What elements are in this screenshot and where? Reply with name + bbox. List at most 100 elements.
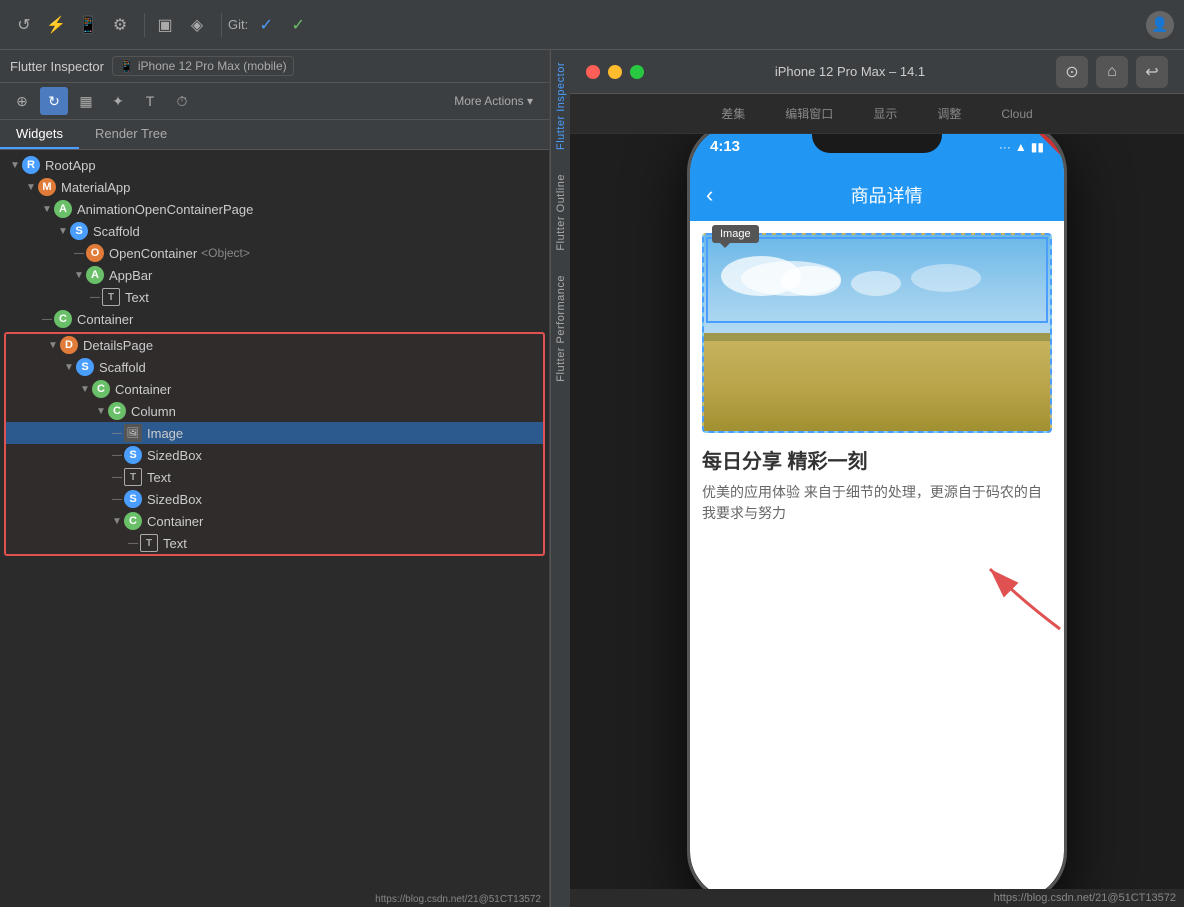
tree-item-appbar[interactable]: ▼ A AppBar: [0, 264, 549, 286]
add-widget-btn[interactable]: ⊕: [8, 87, 36, 115]
device2-icon[interactable]: ▣: [151, 11, 179, 39]
tree-item-sizedbox1[interactable]: — S SizedBox: [6, 444, 543, 466]
tree-label: Column: [131, 404, 176, 419]
tree-item-detailspage[interactable]: ▼ D DetailsPage: [6, 334, 543, 356]
refresh-btn[interactable]: ↻: [40, 87, 68, 115]
git-branch-icon[interactable]: ✓: [252, 11, 280, 39]
tree-arrow: ▼: [78, 384, 92, 395]
rotate-btn[interactable]: ↩: [1136, 56, 1168, 88]
device-label: iPhone 12 Pro Max (mobile): [138, 59, 287, 73]
side-tab-inspector[interactable]: Flutter Inspector: [551, 50, 571, 162]
badge-M: M: [38, 178, 56, 196]
toolbar-chaji[interactable]: 差集: [721, 105, 745, 122]
back-button[interactable]: ‹: [706, 182, 713, 208]
tree-item-opencontainer[interactable]: — O OpenContainer <Object>: [0, 242, 549, 264]
tree-arrow: ▼: [56, 226, 70, 237]
tree-label-text: Text: [147, 470, 171, 485]
more-actions-button[interactable]: More Actions ▾: [446, 91, 541, 111]
badge-A2: A: [86, 266, 104, 284]
tree-label: SizedBox: [147, 492, 202, 507]
tree-label: Container: [115, 382, 171, 397]
tree-arrow: ▼: [40, 204, 54, 215]
article-desc: 优美的应用体验 来自于细节的处理，更源自于码农的自我要求与努力: [702, 482, 1052, 524]
side-tab-performance[interactable]: Flutter Performance: [551, 263, 571, 394]
tab-widgets[interactable]: Widgets: [0, 120, 79, 149]
tree-label: SizedBox: [147, 448, 202, 463]
minimize-button[interactable]: [608, 65, 622, 79]
tree-label: Image: [147, 426, 183, 441]
simulator-panel: iPhone 12 Pro Max – 14.1 ⊙ ⌂ ↩ 差集 编辑窗口 显…: [570, 50, 1184, 907]
tree-label: OpenContainer: [109, 246, 197, 261]
toolbar-adjust[interactable]: 调整: [937, 105, 961, 122]
tree-label: Text: [163, 536, 187, 551]
tree-label: Scaffold: [93, 224, 140, 239]
footer-url: https://blog.csdn.net/21@51CT13572: [570, 889, 1184, 907]
tree-item-text-main[interactable]: — T Text: [6, 466, 543, 488]
cloud-group: [721, 256, 929, 310]
tree-item-container1[interactable]: — C Container: [0, 308, 549, 330]
article-title: 每日分享 精彩一刻: [702, 445, 1052, 474]
inspector-tabs: Widgets Render Tree: [0, 120, 549, 150]
tree-arrow: —: [88, 292, 102, 303]
tree-arrow: —: [110, 450, 124, 461]
badge-C3: C: [108, 402, 126, 420]
device-badge[interactable]: 📱 iPhone 12 Pro Max (mobile): [112, 56, 294, 76]
tab-render-tree[interactable]: Render Tree: [79, 120, 183, 149]
cloud3: [741, 261, 841, 296]
tree-item-scaffold1[interactable]: ▼ S Scaffold: [0, 220, 549, 242]
tree-label: AppBar: [109, 268, 152, 283]
widget-tree[interactable]: ▼ R RootApp ▼ M MaterialApp ▼ A Animatio…: [0, 150, 549, 892]
lightning-icon[interactable]: ⚡: [42, 11, 70, 39]
tree-item-scaffold2[interactable]: ▼ S Scaffold: [6, 356, 543, 378]
tree-item-materialapp[interactable]: ▼ M MaterialApp: [0, 176, 549, 198]
close-button[interactable]: [586, 65, 600, 79]
cloud5: [911, 264, 981, 292]
tree-item-rootapp[interactable]: ▼ R RootApp: [0, 154, 549, 176]
toolbar-edit[interactable]: 编辑窗口: [785, 105, 833, 122]
toolbar-separator2: [221, 13, 222, 37]
app-bar-title: 商品详情: [725, 182, 1048, 208]
tree-item-image[interactable]: — 🖼 Image: [6, 422, 543, 444]
tree-item-text-appbar[interactable]: — T Text: [0, 286, 549, 308]
side-tab-outline[interactable]: Flutter Outline: [551, 162, 571, 263]
screenshot-btn[interactable]: ⊙: [1056, 56, 1088, 88]
undo-icon[interactable]: ↺: [10, 11, 38, 39]
simulator-title: iPhone 12 Pro Max – 14.1: [775, 64, 925, 79]
tree-item-container2[interactable]: ▼ C Container: [6, 378, 543, 400]
tree-arrow: —: [110, 472, 124, 483]
chart-btn[interactable]: ▦: [72, 87, 100, 115]
image-field: [704, 333, 1050, 431]
cube-icon[interactable]: ◈: [183, 11, 211, 39]
clock-btn[interactable]: ⏱: [168, 87, 196, 115]
tree-item-animation[interactable]: ▼ A AnimationOpenContainerPage: [0, 198, 549, 220]
wifi-icon: ▲: [1015, 140, 1027, 154]
user-avatar[interactable]: 👤: [1146, 11, 1174, 39]
dots-icon: ···: [999, 140, 1011, 154]
git-check-icon[interactable]: ✓: [284, 11, 312, 39]
layout-btn[interactable]: ✦: [104, 87, 132, 115]
tree-arrow: ▼: [110, 516, 124, 527]
tree-arrow: —: [40, 314, 54, 325]
toolbar-cloud[interactable]: Cloud: [1001, 107, 1032, 121]
tree-item-container3[interactable]: ▼ C Container: [6, 510, 543, 532]
settings-icon[interactable]: ⚙: [106, 11, 134, 39]
home-btn[interactable]: ⌂: [1096, 56, 1128, 88]
toolbar-show[interactable]: 显示: [873, 105, 897, 122]
tree-arrow: —: [110, 428, 124, 439]
tree-item-sizedbox2[interactable]: — S SizedBox: [6, 488, 543, 510]
maximize-button[interactable]: [630, 65, 644, 79]
tree-label: MaterialApp: [61, 180, 130, 195]
status-bar-right: https://blog.csdn.net/21@51CT13572: [0, 892, 549, 907]
tree-item-column[interactable]: ▼ C Column: [6, 400, 543, 422]
app-bar: ‹ 商品详情: [690, 169, 1064, 221]
inspector-toolbar: ⊕ ↻ ▦ ✦ T ⏱ More Actions ▾: [0, 83, 549, 120]
badge-D: D: [60, 336, 78, 354]
text-btn[interactable]: T: [136, 87, 164, 115]
tree-arrow: ▼: [62, 362, 76, 373]
tree-label: AnimationOpenContainerPage: [77, 202, 253, 217]
badge-img: 🖼: [124, 424, 142, 442]
iphone-device: 4:13 ··· ▲ ▮▮ ‹ 商品详情 DEBUG: [687, 134, 1067, 889]
device-icon[interactable]: 📱: [74, 11, 102, 39]
tree-item-text-bottom[interactable]: — T Text: [6, 532, 543, 554]
tree-label: Container: [147, 514, 203, 529]
